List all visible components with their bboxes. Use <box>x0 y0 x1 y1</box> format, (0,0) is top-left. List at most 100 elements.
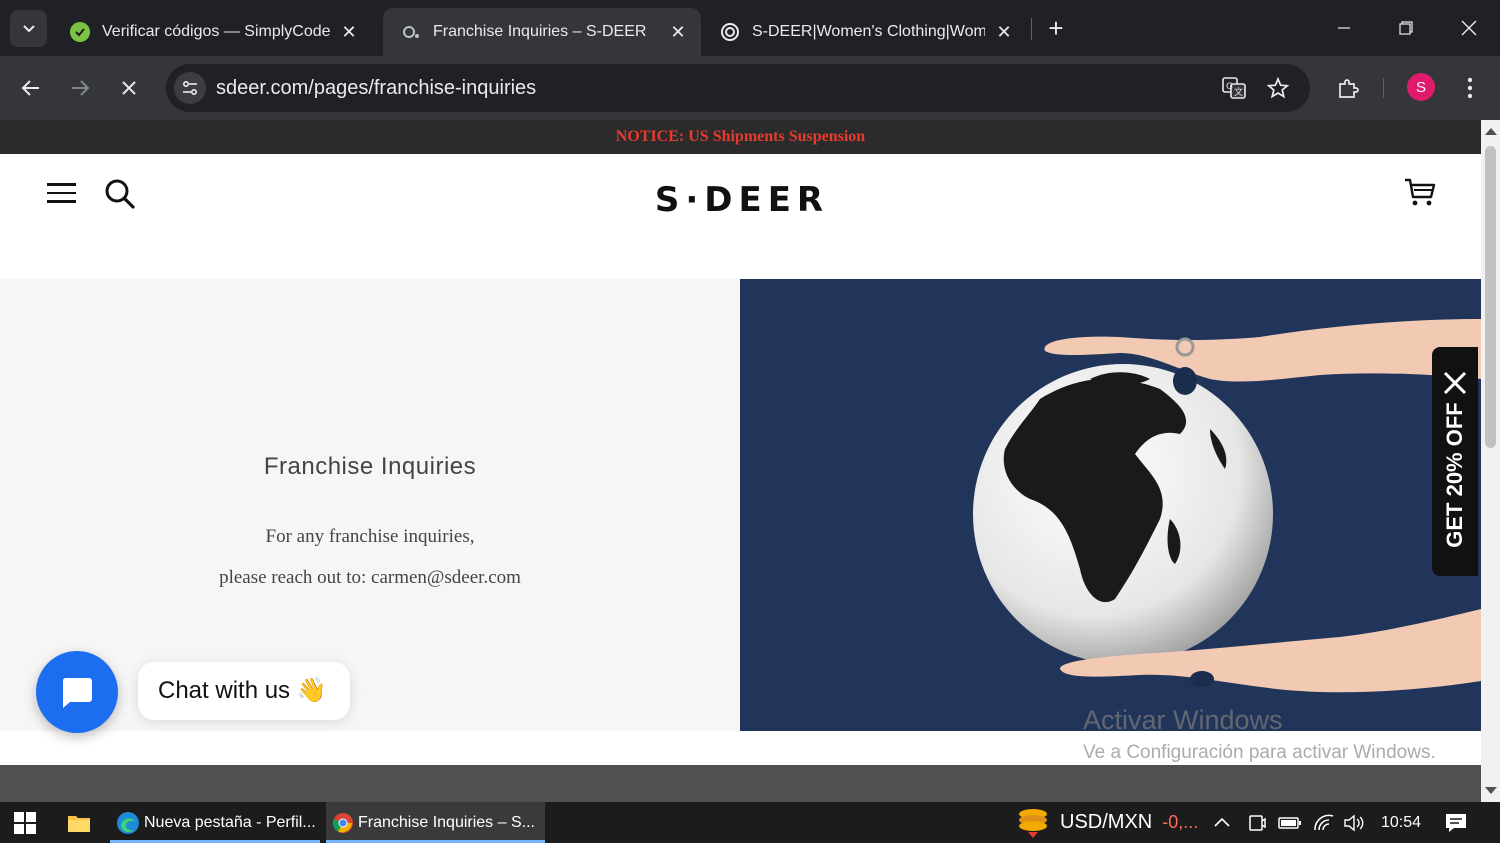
battery-indicator[interactable] <box>1278 802 1302 843</box>
tab-divider <box>1031 18 1032 40</box>
tab-search-button[interactable] <box>10 10 47 47</box>
notifications-button[interactable] <box>1444 802 1468 843</box>
site-info-button[interactable] <box>174 72 206 104</box>
forward-button[interactable] <box>62 70 98 106</box>
windows-activation-title: Activar Windows <box>1083 705 1283 735</box>
site-header: S·DEER <box>0 154 1481 279</box>
tab-simplycode[interactable]: Verificar códigos — SimplyCode ✕ <box>52 8 372 56</box>
profile-avatar[interactable]: S <box>1407 73 1435 101</box>
tab-title: Franchise Inquiries – S-DEER <box>433 23 647 40</box>
close-tab-icon[interactable]: ✕ <box>338 22 360 43</box>
simplycode-icon <box>70 22 90 42</box>
svg-text:G: G <box>1226 82 1233 92</box>
chat-icon <box>62 678 92 708</box>
star-icon <box>1267 77 1289 99</box>
restore-button[interactable] <box>1375 0 1437 56</box>
tab-sdeer-womens-clothing[interactable]: S-DEER|Women's Clothing|Women ✕ <box>702 8 1027 56</box>
announcement-bar[interactable]: NOTICE: US Shipments Suspension <box>0 120 1481 154</box>
camera-icon <box>1249 814 1266 831</box>
scroll-up-arrow-icon[interactable] <box>1485 128 1497 135</box>
extensions-button[interactable] <box>1330 70 1366 106</box>
franchise-text-line: For any franchise inquiries, <box>265 526 475 547</box>
tab-franchise-inquiries[interactable]: Franchise Inquiries – S-DEER ✕ <box>383 8 701 56</box>
new-tab-button[interactable]: + <box>1042 14 1070 42</box>
volume-button[interactable] <box>1343 802 1365 843</box>
speaker-icon <box>1344 814 1364 831</box>
browser-menu-button[interactable] <box>1452 70 1488 106</box>
franchise-contact-line: please reach out to: carmen@sdeer.com <box>219 567 521 588</box>
currency-change: -0,... <box>1162 812 1199 832</box>
clock[interactable]: 10:54 <box>1381 802 1421 843</box>
network-indicator[interactable] <box>1313 802 1335 843</box>
chevron-up-icon <box>1214 817 1230 827</box>
svg-text:文: 文 <box>1234 86 1243 98</box>
page-title: Franchise Inquiries <box>263 453 477 480</box>
taskbar-edge-window[interactable]: Nueva pestaña - Perfil... <box>110 802 320 843</box>
url-text[interactable]: sdeer.com/pages/franchise-inquiries <box>216 77 536 100</box>
waving-hand-icon: 👋 <box>296 677 327 704</box>
hamburger-icon <box>47 183 76 186</box>
more-vertical-icon <box>1467 77 1473 99</box>
battery-icon <box>1278 816 1301 829</box>
page-viewport: NOTICE: US Shipments Suspension S·DEER F… <box>0 120 1481 802</box>
address-bar[interactable]: sdeer.com/pages/franchise-inquiries G文 <box>166 64 1310 112</box>
folder-icon <box>68 815 90 832</box>
footer-band <box>0 765 1481 802</box>
minimize-icon <box>1338 27 1350 29</box>
taskbar-app-label: Franchise Inquiries – S... <box>358 813 535 831</box>
currency-widget[interactable]: USD/MXN -0,... <box>1016 802 1198 843</box>
chevron-down-icon <box>22 24 35 32</box>
bookmark-button[interactable] <box>1264 74 1292 102</box>
close-tab-icon[interactable]: ✕ <box>667 22 689 43</box>
show-hidden-icons-button[interactable] <box>1212 802 1232 843</box>
discount-text: GET 20% OFF <box>1442 402 1467 548</box>
translate-icon: G文 <box>1222 77 1246 99</box>
tab-strip: Verificar códigos — SimplyCode ✕ Franchi… <box>0 0 1500 56</box>
cart-button[interactable] <box>1403 177 1437 209</box>
globe-illustration <box>740 279 1481 731</box>
tune-icon <box>182 80 198 96</box>
coins-icon <box>1019 808 1047 838</box>
close-icon <box>1461 20 1477 36</box>
back-button[interactable] <box>13 70 49 106</box>
scroll-down-arrow-icon[interactable] <box>1485 787 1497 794</box>
arrow-right-icon <box>72 80 90 96</box>
close-tab-icon[interactable]: ✕ <box>993 22 1015 43</box>
minimize-button[interactable] <box>1313 0 1375 56</box>
site-logo[interactable]: S·DEER <box>630 180 854 220</box>
close-icon <box>122 81 136 95</box>
windows-logo-icon <box>14 811 36 834</box>
start-button[interactable] <box>0 802 50 843</box>
restore-icon <box>1399 21 1413 35</box>
stop-loading-button[interactable] <box>111 70 147 106</box>
notification-icon <box>1446 813 1466 832</box>
hamburger-icon <box>47 191 76 194</box>
search-button[interactable] <box>104 178 136 210</box>
puzzle-icon <box>1339 79 1359 98</box>
chrome-icon <box>332 812 353 833</box>
loading-favicon-icon <box>401 22 421 42</box>
windows-taskbar: Nueva pestaña - Perfil... Franchise Inqu… <box>0 802 1500 843</box>
menu-button[interactable] <box>47 183 76 203</box>
hamburger-icon <box>47 200 76 203</box>
translate-button[interactable]: G文 <box>1220 74 1248 102</box>
chat-with-us-label[interactable]: Chat with us 👋 <box>138 662 350 720</box>
globe-hands-image <box>740 279 1481 731</box>
cart-icon <box>1405 178 1436 206</box>
chat-label-text: Chat with us <box>158 677 291 704</box>
taskbar-chrome-window[interactable]: Franchise Inquiries – S... <box>326 802 545 843</box>
page-scrollbar[interactable] <box>1481 120 1500 802</box>
browser-toolbar: sdeer.com/pages/franchise-inquiries G文 S <box>0 56 1500 120</box>
tab-title: Verificar códigos — SimplyCode <box>102 23 330 40</box>
close-icon[interactable] <box>1443 371 1467 395</box>
edge-icon <box>117 811 139 834</box>
close-window-button[interactable] <box>1438 0 1500 56</box>
meet-now-button[interactable] <box>1247 802 1267 843</box>
discount-popup-label[interactable]: GET 20% OFF <box>1442 402 1468 547</box>
search-icon <box>105 179 135 209</box>
scroll-thumb[interactable] <box>1485 146 1496 448</box>
file-explorer-button[interactable] <box>54 802 104 843</box>
chat-launcher-button[interactable] <box>36 651 118 733</box>
tab-title: S-DEER|Women's Clothing|Women <box>752 23 985 40</box>
toolbar-divider <box>1383 78 1384 98</box>
